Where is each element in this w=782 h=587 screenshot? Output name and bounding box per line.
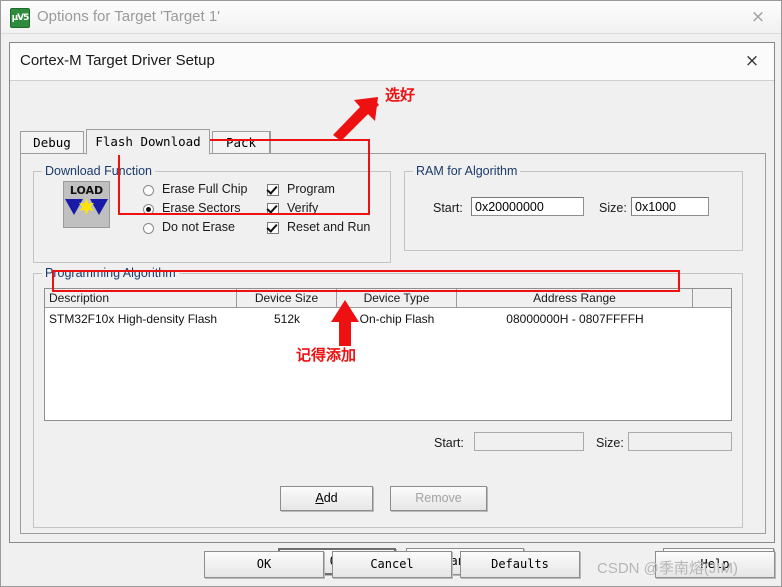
ram-size-label: Size:: [599, 201, 627, 215]
algo-start-label: Start:: [434, 436, 464, 450]
tab-pack[interactable]: Pack: [212, 131, 270, 154]
programming-algorithm-title: Programming Algorithm: [42, 266, 179, 280]
radio-erase-sectors[interactable]: [143, 204, 154, 215]
download-function-title: Download Function: [42, 164, 156, 178]
ram-size-input[interactable]: 0x1000: [631, 197, 709, 216]
label-erase-sectors[interactable]: Erase Sectors: [162, 201, 241, 215]
add-button-mnemonic: A: [315, 491, 324, 505]
close-icon[interactable]: ×: [730, 43, 774, 80]
checkbox-program[interactable]: [267, 184, 279, 196]
uvision-app-icon: µV5: [10, 8, 30, 28]
ram-start-input[interactable]: 0x20000000: [471, 197, 584, 216]
cell-address-range: 08000000H - 0807FFFFH: [506, 312, 644, 326]
label-reset-and-run[interactable]: Reset and Run: [287, 220, 370, 234]
options-defaults-button[interactable]: Defaults: [460, 551, 580, 578]
label-erase-full-chip[interactable]: Erase Full Chip: [162, 182, 247, 196]
column-header-description[interactable]: Description: [45, 289, 237, 307]
cell-device-size: 512k: [273, 312, 301, 326]
label-program[interactable]: Program: [287, 182, 335, 196]
tab-debug[interactable]: Debug: [20, 131, 84, 154]
column-header-device-size[interactable]: Device Size: [237, 289, 337, 307]
flash-download-panel: Download Function LOAD Erase Full Chip E…: [20, 154, 766, 534]
options-ok-button[interactable]: OK: [204, 551, 324, 578]
load-icon-arrow-left: [65, 199, 83, 215]
dialog-title-bar: Cortex-M Target Driver Setup ×: [10, 43, 774, 81]
remove-button: Remove: [390, 486, 487, 511]
column-header-extra[interactable]: [693, 289, 731, 307]
tab-strip-end-divider: [270, 131, 271, 154]
annotation-text-bottom: 记得添加: [296, 346, 357, 364]
algo-size-input[interactable]: [628, 432, 732, 451]
annotation-arrow-bottom: [331, 300, 359, 346]
label-do-not-erase[interactable]: Do not Erase: [162, 220, 235, 234]
checkbox-reset-and-run[interactable]: [267, 222, 279, 234]
tab-flash-download[interactable]: Flash Download: [86, 129, 210, 155]
load-icon-arrow-right: [90, 199, 108, 215]
label-verify[interactable]: Verify: [287, 201, 318, 215]
annotation-text-top: 选好: [385, 86, 416, 104]
close-icon[interactable]: ×: [735, 1, 781, 33]
checkbox-verify[interactable]: [267, 203, 279, 215]
table-header-row: Description Device Size Device Type Addr…: [45, 289, 731, 308]
ram-for-algorithm-title: RAM for Algorithm: [413, 164, 521, 178]
load-icon-label: LOAD: [69, 184, 104, 197]
column-header-address-range[interactable]: Address Range: [457, 289, 693, 307]
radio-do-not-erase[interactable]: [143, 223, 154, 234]
ram-start-label: Start:: [433, 201, 463, 215]
csdn-watermark: CSDN @季南熔(JIM): [597, 560, 739, 577]
algo-start-input[interactable]: [474, 432, 584, 451]
outer-window-title: Options for Target 'Target 1': [37, 8, 221, 25]
programming-algorithm-table[interactable]: Description Device Size Device Type Addr…: [44, 288, 732, 421]
algo-size-label: Size:: [596, 436, 624, 450]
options-cancel-button[interactable]: Cancel: [332, 551, 452, 578]
dialog-title: Cortex-M Target Driver Setup: [20, 52, 215, 69]
cell-description: STM32F10x High-density Flash: [49, 312, 218, 326]
outer-title-bar: µV5 Options for Target 'Target 1' ×: [1, 1, 781, 34]
add-button-rest: dd: [323, 491, 338, 505]
programming-algorithm-group: Programming Algorithm Description Device…: [33, 266, 743, 528]
load-icon: LOAD: [63, 181, 110, 228]
radio-erase-full-chip[interactable]: [143, 185, 154, 196]
add-button[interactable]: Add: [280, 486, 373, 511]
